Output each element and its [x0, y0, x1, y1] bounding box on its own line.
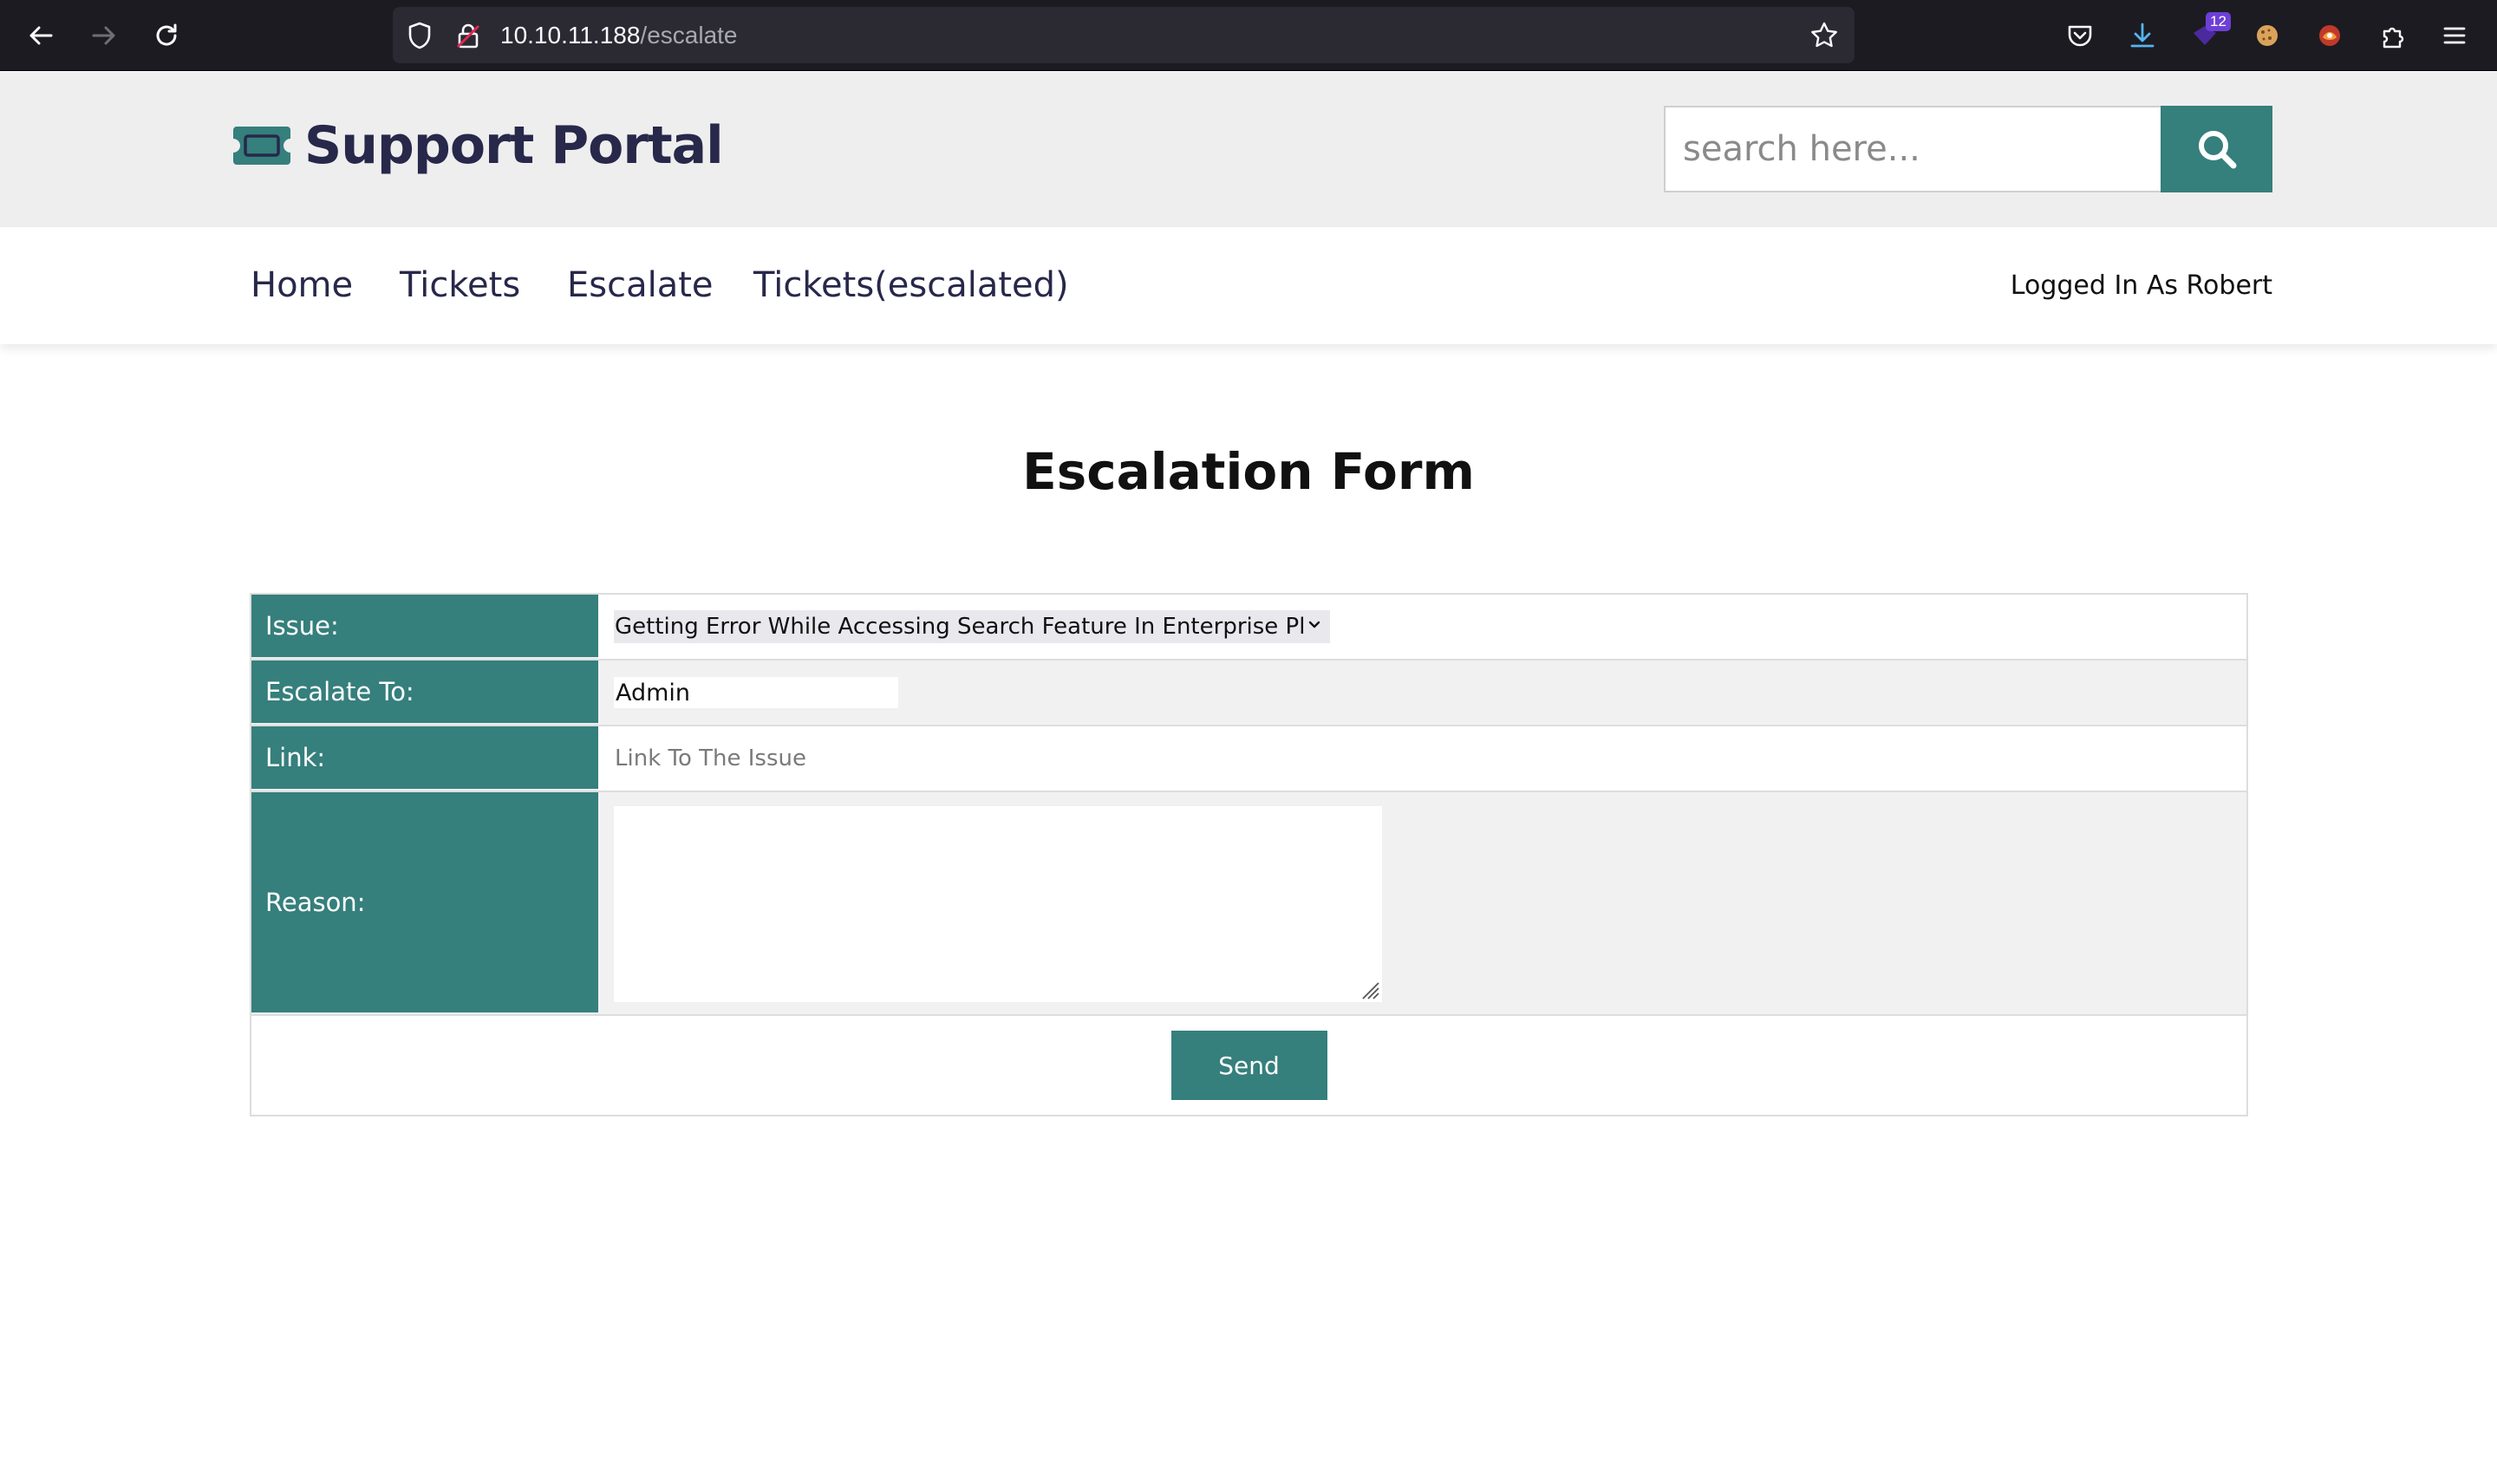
ticket-icon — [233, 127, 290, 165]
search-input[interactable] — [1664, 106, 2161, 192]
nav-home[interactable]: Home — [251, 227, 353, 344]
logged-in-user: Logged In As Robert — [2010, 270, 2272, 301]
issue-select[interactable]: Getting Error While Accessing Search Fea… — [614, 610, 1330, 643]
site-header: Support Portal — [0, 72, 2497, 227]
browser-toolbar: 10.10.11.188/escalate 12 — [0, 0, 2497, 71]
chevron-down-icon — [1308, 621, 1320, 628]
escalation-form: Issue: Getting Error While Accessing Sea… — [250, 593, 2248, 1116]
shield-icon[interactable] — [405, 21, 434, 50]
reload-icon — [156, 23, 177, 46]
page-title: Escalation Form — [1022, 442, 1475, 501]
main-nav: Home Tickets Escalate Tickets(escalated)… — [0, 227, 2497, 344]
nav-tickets[interactable]: Tickets — [400, 227, 520, 344]
pocket-icon[interactable] — [2060, 16, 2100, 55]
escalate-to-input[interactable] — [614, 677, 898, 708]
extension-shield-icon[interactable]: 12 — [2185, 12, 2231, 55]
search-button[interactable] — [2161, 106, 2272, 192]
brand-name: Support Portal — [304, 115, 724, 176]
back-arrow-icon — [29, 26, 53, 45]
reload-button[interactable] — [147, 16, 186, 55]
resize-grip-icon[interactable] — [1359, 980, 1380, 1000]
forward-arrow-icon — [92, 26, 115, 45]
reason-textarea[interactable] — [614, 806, 1382, 1002]
escalate-to-label: Escalate To: — [251, 661, 598, 725]
foxyproxy-icon[interactable] — [2310, 16, 2350, 55]
back-button[interactable] — [21, 16, 61, 55]
address-bar[interactable]: 10.10.11.188/escalate — [393, 7, 1855, 63]
issue-row: Issue: Getting Error While Accessing Sea… — [251, 595, 2246, 661]
cookie-icon[interactable] — [2247, 16, 2287, 55]
bookmark-star-icon[interactable] — [1809, 21, 1839, 50]
menu-icon[interactable] — [2435, 16, 2474, 55]
link-input[interactable] — [614, 741, 1828, 776]
reason-label: Reason: — [251, 792, 598, 1014]
url-text[interactable]: 10.10.11.188/escalate — [500, 7, 738, 63]
download-icon[interactable] — [2122, 16, 2162, 55]
search-icon — [2198, 131, 2236, 169]
brand-logo[interactable]: Support Portal — [231, 107, 724, 185]
escalate-to-row: Escalate To: — [251, 661, 2246, 726]
extension-badge: 12 — [2206, 12, 2231, 31]
link-label: Link: — [251, 726, 598, 791]
issue-selected-value: Getting Error While Accessing Search Fea… — [615, 614, 1304, 640]
issue-label: Issue: — [251, 595, 598, 659]
extensions-puzzle-icon[interactable] — [2372, 16, 2412, 55]
submit-row: Send — [251, 1016, 2246, 1115]
reason-row: Reason: — [251, 792, 2246, 1016]
nav-escalate[interactable]: Escalate — [567, 227, 714, 344]
forward-button[interactable] — [84, 16, 124, 55]
send-button[interactable]: Send — [1170, 1031, 1327, 1100]
insecure-lock-icon[interactable] — [453, 21, 483, 50]
nav-tickets-escalated[interactable]: Tickets(escalated) — [753, 227, 1069, 344]
link-row: Link: — [251, 726, 2246, 792]
